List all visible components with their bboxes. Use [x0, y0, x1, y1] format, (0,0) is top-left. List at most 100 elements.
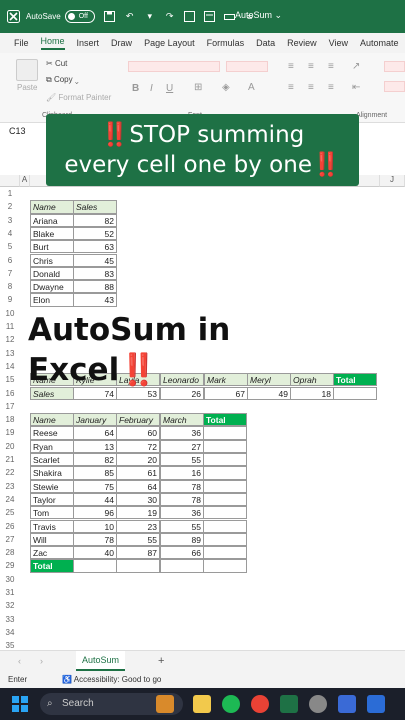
- align-middle-icon[interactable]: ≡: [308, 61, 314, 72]
- spell-check-icon[interactable]: [183, 10, 197, 24]
- cell[interactable]: Leonardo: [160, 373, 204, 387]
- cell[interactable]: [203, 426, 247, 440]
- widget-icon[interactable]: [156, 695, 174, 713]
- row-number[interactable]: 22: [0, 468, 20, 477]
- cell[interactable]: Name: [30, 413, 74, 427]
- cell[interactable]: 44: [73, 492, 117, 507]
- cell[interactable]: Taylor: [30, 492, 74, 507]
- chrome-icon[interactable]: [251, 695, 269, 713]
- cell[interactable]: Ariana: [30, 213, 74, 227]
- row-number[interactable]: 13: [0, 349, 20, 358]
- row-number[interactable]: 2: [0, 202, 20, 211]
- cell[interactable]: 55: [116, 532, 160, 547]
- indent-icon[interactable]: ⇤: [352, 82, 360, 93]
- tab-automate[interactable]: Automate: [360, 38, 399, 48]
- cell[interactable]: Blake: [30, 226, 74, 241]
- chevron-left-icon[interactable]: ‹: [18, 656, 21, 666]
- tab-review[interactable]: Review: [287, 38, 317, 48]
- cell[interactable]: Name: [30, 200, 74, 214]
- cell[interactable]: Ryan: [30, 439, 74, 453]
- cell[interactable]: Sales: [73, 200, 117, 214]
- column-header-a[interactable]: A: [20, 175, 30, 187]
- cell[interactable]: 85: [73, 466, 117, 480]
- cell[interactable]: 10: [73, 519, 117, 533]
- cell[interactable]: [203, 559, 247, 573]
- cell[interactable]: Burt: [30, 240, 74, 254]
- row-number[interactable]: 25: [0, 508, 20, 517]
- cell[interactable]: [203, 519, 247, 533]
- cell[interactable]: 67: [204, 386, 248, 400]
- column-header-j[interactable]: J: [380, 175, 405, 187]
- cell[interactable]: 83: [73, 266, 117, 281]
- cell[interactable]: [116, 559, 160, 573]
- copy-button[interactable]: ⧉ Copy ⌄: [46, 75, 79, 85]
- cell[interactable]: 36: [160, 506, 204, 520]
- row-number[interactable]: 34: [0, 628, 20, 637]
- row-number[interactable]: 11: [0, 322, 20, 331]
- cell[interactable]: 19: [116, 506, 160, 520]
- cell[interactable]: 82: [73, 453, 117, 467]
- cell[interactable]: January: [73, 413, 117, 427]
- tab-formulas[interactable]: Formulas: [207, 38, 245, 48]
- cell[interactable]: 55: [160, 453, 204, 467]
- cell[interactable]: Total: [203, 413, 247, 427]
- row-number[interactable]: 4: [0, 229, 20, 238]
- cell[interactable]: February: [116, 413, 160, 427]
- row-number[interactable]: 32: [0, 601, 20, 610]
- underline-button[interactable]: U: [166, 83, 173, 94]
- row-number[interactable]: 16: [0, 389, 20, 398]
- save-icon[interactable]: [103, 10, 117, 24]
- cell[interactable]: Chris: [30, 253, 74, 267]
- row-number[interactable]: 12: [0, 335, 20, 344]
- cell[interactable]: 78: [73, 532, 117, 547]
- paste-icon[interactable]: [16, 59, 38, 81]
- format-painter-button[interactable]: 🖌 Format Painter: [46, 93, 111, 102]
- cell[interactable]: 72: [116, 439, 160, 453]
- merge-box[interactable]: [384, 81, 405, 92]
- autosave-toggle[interactable]: Off: [64, 10, 95, 23]
- cut-button[interactable]: ✂ Cut: [46, 59, 67, 68]
- row-number[interactable]: 14: [0, 362, 20, 371]
- cell[interactable]: 30: [116, 492, 160, 507]
- cell[interactable]: 82: [73, 213, 117, 227]
- tab-file[interactable]: File: [14, 38, 29, 48]
- cell[interactable]: 27: [160, 439, 204, 453]
- borders-icon[interactable]: ⊞: [194, 82, 202, 93]
- cell[interactable]: 78: [160, 479, 204, 493]
- row-number[interactable]: 33: [0, 615, 20, 624]
- add-sheet-button[interactable]: +: [158, 655, 164, 667]
- cell[interactable]: [203, 439, 247, 453]
- wrap-text-box[interactable]: [384, 61, 405, 72]
- font-color-icon[interactable]: A: [248, 82, 255, 93]
- chevron-down-icon[interactable]: ⌄: [275, 10, 283, 20]
- app-icon[interactable]: [338, 695, 356, 713]
- row-number[interactable]: 15: [0, 375, 20, 384]
- cell[interactable]: 18: [290, 386, 334, 400]
- cell[interactable]: [203, 453, 247, 467]
- cell[interactable]: 60: [116, 426, 160, 440]
- cell[interactable]: 13: [73, 439, 117, 453]
- row-number[interactable]: 17: [0, 402, 20, 411]
- align-left-icon[interactable]: ≡: [288, 82, 294, 93]
- cell[interactable]: Dwayne: [30, 280, 74, 294]
- excel-taskbar-icon[interactable]: [280, 695, 298, 713]
- row-number[interactable]: 28: [0, 548, 20, 557]
- cell[interactable]: 16: [160, 466, 204, 480]
- cell[interactable]: Total: [30, 559, 74, 573]
- redo-icon[interactable]: ↷: [163, 10, 177, 24]
- cell[interactable]: 87: [116, 546, 160, 560]
- tab-page-layout[interactable]: Page Layout: [144, 38, 195, 48]
- cell[interactable]: 36: [160, 426, 204, 440]
- cell[interactable]: 96: [73, 506, 117, 520]
- row-number[interactable]: 23: [0, 482, 20, 491]
- cell[interactable]: Will: [30, 532, 74, 547]
- orientation-icon[interactable]: ↗: [352, 61, 360, 72]
- cell[interactable]: 49: [247, 386, 291, 400]
- cell[interactable]: Shakira: [30, 466, 74, 480]
- row-number[interactable]: 20: [0, 442, 20, 451]
- row-number[interactable]: 7: [0, 269, 20, 278]
- form-icon[interactable]: [203, 10, 217, 24]
- row-number[interactable]: 21: [0, 455, 20, 464]
- align-bottom-icon[interactable]: ≡: [328, 61, 334, 72]
- tab-insert[interactable]: Insert: [77, 38, 100, 48]
